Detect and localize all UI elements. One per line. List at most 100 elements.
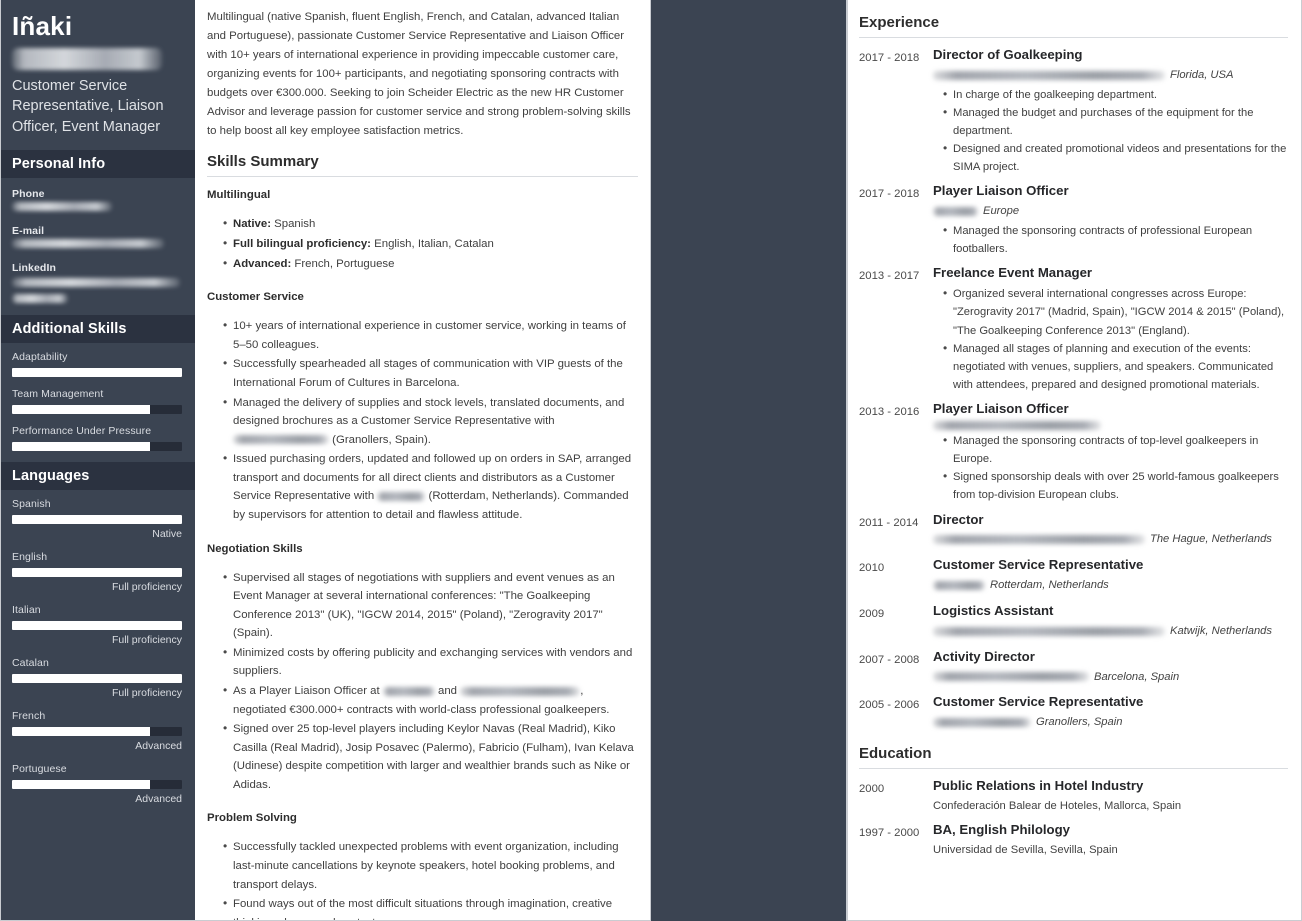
language-level: Full proficiency	[111, 686, 182, 699]
language-item: French Advanced	[12, 710, 182, 752]
organization-redacted	[933, 207, 978, 217]
organization-redacted	[933, 420, 1101, 430]
bullet-item: Successfully tackled unexpected problems…	[223, 837, 638, 894]
entry-years: 2005 - 2006	[859, 699, 920, 712]
field-label-email: E-mail	[12, 224, 45, 237]
entry-years: 2011 - 2014	[859, 516, 919, 529]
field-value-phone-redacted	[12, 201, 112, 211]
bullet-item: Native: Spanish	[223, 214, 638, 234]
language-bar-fill	[12, 514, 182, 524]
entry-role: Logistics Assistant	[933, 602, 1054, 618]
bullet-text: Successfully tackled unexpected problems…	[233, 841, 619, 891]
bullet-text: Organized several international congress…	[953, 288, 1285, 337]
language-bar-fill	[12, 620, 182, 630]
bullet-text: Managed the sponsoring contracts of top-…	[953, 434, 1259, 466]
bullet-item: Signed sponsorship deals with over 25 wo…	[943, 467, 1288, 504]
entry-degree: BA, English Philology	[933, 821, 1071, 837]
entry-organization: Barcelona, Spain	[933, 669, 1288, 686]
bullet-text: 10+ years of international experience in…	[233, 320, 626, 351]
bullet-text: Supervised all stages of negotiations wi…	[233, 571, 615, 640]
candidate-surname-redacted	[12, 47, 162, 70]
subsection-title-problem-solving: Problem Solving	[207, 812, 297, 825]
entry-body: Player Liaison Officer Managed the spons…	[933, 401, 1288, 504]
bullet-item: Designed and created promotional videos …	[943, 139, 1288, 176]
entry-role: Customer Service Representative	[933, 557, 1144, 573]
employer-name-redacted	[233, 435, 329, 445]
entry-years: 2010	[859, 562, 885, 575]
bullet-item: Managed all stages of planning and execu…	[943, 339, 1288, 394]
organization-redacted	[933, 70, 1165, 80]
bullet-text: French, Portuguese	[291, 257, 395, 270]
employer-name-redacted	[382, 686, 435, 696]
skill-bar	[12, 404, 182, 414]
language-item: English Full proficiency	[12, 551, 182, 593]
bullet-item: Full bilingual proficiency: English, Ita…	[223, 234, 638, 254]
resume-page-1: Iñaki Customer Service Representative, L…	[0, 0, 651, 921]
language-bar	[12, 726, 182, 736]
entry-body: Director The Hague, Netherlands	[933, 512, 1288, 551]
entry-school: Universidad de Sevilla, Sevilla, Spain	[933, 843, 1118, 856]
personal-info-body: Phone E-mail LinkedIn	[0, 178, 195, 315]
bullet-item: Supervised all stages of negotiations wi…	[223, 568, 638, 643]
skill-bar	[12, 367, 182, 377]
entry-body: Activity Director Barcelona, Spain	[933, 649, 1288, 688]
bullet-text: Found ways out of the most difficult sit…	[233, 898, 613, 921]
language-level: Full proficiency	[111, 580, 182, 593]
language-bar	[12, 567, 182, 577]
entry-years: 2013 - 2017	[859, 270, 920, 283]
bullet-item: Managed the sponsoring contracts of top-…	[943, 431, 1288, 468]
organization-redacted	[933, 718, 1031, 728]
bullet-list-multilingual: Native: Spanish Full bilingual proficien…	[207, 214, 638, 273]
language-item: Italian Full proficiency	[12, 604, 182, 646]
field-label-linkedin: LinkedIn	[12, 261, 56, 274]
entry-role: Activity Director	[933, 648, 1035, 664]
bullet-text: Minimized costs by offering publicity an…	[233, 646, 633, 678]
experience-entry: 2005 - 2006 Customer Service Representat…	[859, 694, 1288, 733]
entry-role: Director of Goalkeeping	[933, 47, 1083, 62]
language-bar-fill	[12, 779, 150, 789]
organization-redacted	[933, 535, 1145, 545]
skill-bar-fill	[12, 441, 150, 451]
skill-bar-fill	[12, 367, 182, 377]
additional-skills-body: Adaptability Team Management Performance…	[0, 343, 195, 451]
bullet-lead: Full bilingual proficiency:	[233, 238, 371, 251]
entry-body: Director of Goalkeeping Florida, USA In …	[933, 47, 1288, 176]
language-label: Italian	[12, 603, 41, 616]
organization-redacted	[933, 626, 1165, 636]
bullet-item: Managed the budget and purchases of the …	[943, 103, 1288, 140]
entry-role: Player Liaison Officer	[933, 401, 1069, 417]
entry-body: Public Relations in Hotel Industry Confe…	[933, 778, 1288, 815]
bullet-item: Signed over 25 top-level players includi…	[223, 719, 638, 794]
sidebar: Iñaki Customer Service Representative, L…	[0, 0, 195, 921]
entry-organization: Katwijk, Netherlands	[933, 623, 1288, 640]
experience-entry: 2007 - 2008 Activity Director Barcelona,…	[859, 649, 1288, 688]
skill-label: Adaptability	[12, 350, 68, 363]
language-level: Advanced	[135, 792, 182, 805]
candidate-headline: Customer Service Representative, Liaison…	[12, 77, 164, 136]
bullet-item: Issued purchasing orders, updated and fo…	[223, 449, 638, 524]
skill-item: Team Management	[12, 388, 182, 414]
skill-label: Team Management	[12, 387, 104, 400]
bullet-text: Successfully spearheaded all stages of c…	[233, 358, 623, 389]
field-label-phone: Phone	[12, 187, 45, 200]
bullet-text: Designed and created promotional videos …	[953, 143, 1287, 174]
sidebar-heading-additional-skills: Additional Skills	[0, 314, 195, 343]
entry-years: 2017 - 2018	[859, 188, 920, 201]
bullet-list-problem-solving: Successfully tackled unexpected problems…	[207, 837, 638, 921]
entry-role: Customer Service Representative	[933, 694, 1144, 710]
field-value-linkedin-redacted-line1	[12, 277, 180, 287]
language-bar-fill	[12, 673, 182, 683]
education-entry: 2000 Public Relations in Hotel Industry …	[859, 778, 1288, 815]
bullet-item: Organized several international congress…	[943, 284, 1288, 339]
entry-organization: Florida, USA	[933, 67, 1288, 84]
language-bar	[12, 620, 182, 630]
entry-school: Confederación Balear de Hoteles, Mallorc…	[933, 799, 1182, 812]
entry-body: Customer Service Representative Granolle…	[933, 694, 1288, 733]
language-bar	[12, 779, 182, 789]
section-title-education: Education	[859, 745, 1288, 769]
language-item: Spanish Native	[12, 498, 182, 540]
entry-years: 1997 - 2000	[859, 826, 920, 839]
bullet-list-negotiation-skills: Supervised all stages of negotiations wi…	[207, 568, 638, 795]
employer-name-redacted	[377, 491, 426, 501]
bullet-lead: Native:	[233, 218, 271, 231]
